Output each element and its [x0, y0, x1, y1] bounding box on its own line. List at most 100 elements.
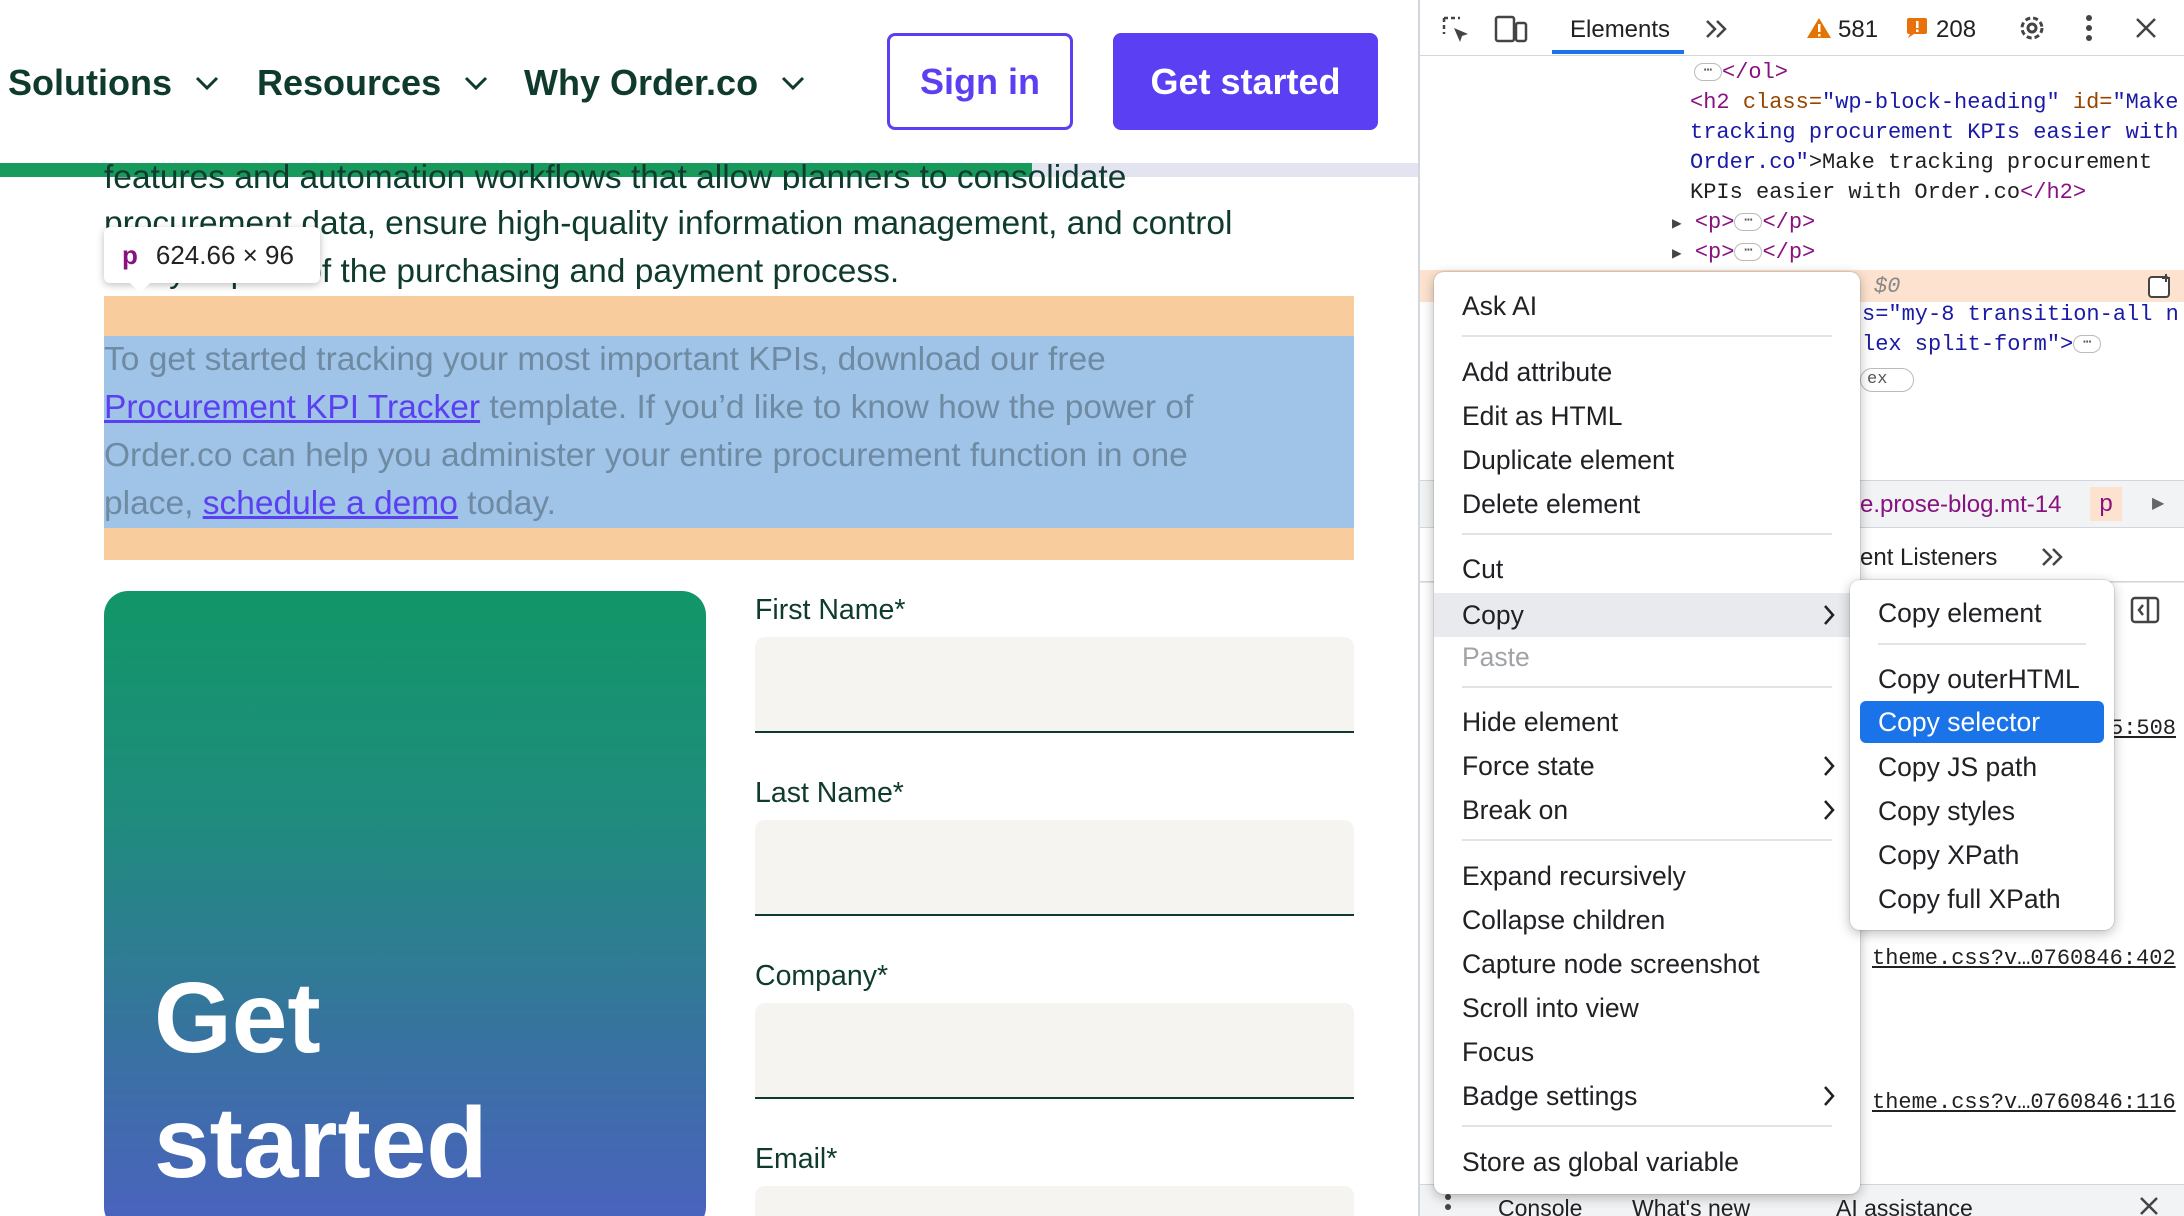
- screenshot-node-icon[interactable]: [2146, 272, 2174, 300]
- menu-item-capture-node-screenshot[interactable]: Capture node screenshot: [1434, 944, 1860, 984]
- submenu-item-copy-element[interactable]: Copy element: [1850, 593, 2114, 633]
- menu-item-expand-recursively[interactable]: Expand recursively: [1434, 856, 1860, 896]
- email-field[interactable]: [755, 1186, 1354, 1216]
- menu-separator: [1462, 1125, 1832, 1127]
- menu-item-paste[interactable]: Paste: [1434, 637, 1860, 677]
- dom-line-p[interactable]: ▶ <p> ⋯ </p>: [1672, 238, 1815, 270]
- nav-solutions[interactable]: Solutions: [8, 62, 220, 104]
- dom-line[interactable]: s="my-8 transition-all n: [1862, 300, 2179, 331]
- more-tabs-icon[interactable]: [1704, 18, 1730, 40]
- submenu-item-copy-styles[interactable]: Copy styles: [1850, 791, 2114, 831]
- dom-line[interactable]: lex split-form"> ⋯: [1862, 330, 2102, 361]
- dom-line[interactable]: Order.co">Make tracking procurement: [1690, 148, 2152, 179]
- ellipsis-badge[interactable]: ⋯: [1734, 243, 1763, 262]
- close-drawer-icon[interactable]: [2138, 1195, 2160, 1216]
- nav-why-orderco-label: Why Order.co: [524, 62, 759, 103]
- submenu-item-copy-xpath[interactable]: Copy XPath: [1850, 835, 2114, 875]
- highlighted-paragraph: To get started tracking your most import…: [104, 336, 1354, 528]
- chevron-down-icon: [782, 76, 805, 91]
- breadcrumb-item[interactable]: e.prose-blog.mt-14: [1860, 491, 2061, 519]
- hl-line: To get started tracking your most import…: [104, 341, 1106, 378]
- breadcrumb-scroll-right-icon[interactable]: ▶: [2152, 493, 2164, 513]
- devtools-toolbar: Elements 581 208: [1420, 0, 2184, 56]
- menu-item-scroll-into-view[interactable]: Scroll into view: [1434, 988, 1860, 1028]
- sidebar-toggle-icon[interactable]: [2130, 596, 2160, 624]
- dom-line[interactable]: KPIs easier with Order.co</h2>: [1690, 178, 2086, 209]
- menu-item-cut[interactable]: Cut: [1434, 549, 1860, 589]
- warning-icon: [1807, 18, 1831, 38]
- ellipsis-badge[interactable]: ⋯: [1694, 63, 1722, 82]
- chevron-down-icon: [195, 76, 219, 91]
- menu-item-force-state[interactable]: Force state: [1434, 746, 1860, 786]
- chevron-down-icon: [465, 76, 488, 91]
- site-header: Solutions Resources Why Order.co Sign in…: [0, 0, 1418, 163]
- nav-why-orderco[interactable]: Why Order.co: [524, 62, 806, 104]
- inspect-element-icon[interactable]: [1440, 14, 1472, 46]
- dom-line[interactable]: ⋯ </ol>: [1694, 58, 1788, 89]
- copy-submenu: Copy element Copy outerHTML Copy selecto…: [1850, 580, 2114, 930]
- menu-item-hide-element[interactable]: Hide element: [1434, 702, 1860, 742]
- expand-triangle-icon[interactable]: ▶: [1672, 245, 1682, 263]
- procurement-kpi-tracker-link[interactable]: Procurement KPI Tracker: [104, 389, 480, 426]
- get-started-button[interactable]: Get started: [1113, 33, 1378, 130]
- menu-item-ask-ai[interactable]: Ask AI: [1434, 286, 1860, 326]
- kebab-menu-icon[interactable]: [2084, 14, 2094, 42]
- menu-item-add-attribute[interactable]: Add attribute: [1434, 352, 1860, 392]
- dom-line[interactable]: <h2 class="wp-block-heading" id="Make: [1690, 88, 2184, 119]
- style-source-link[interactable]: 5:508: [2110, 716, 2176, 741]
- webpage-viewport: Solutions Resources Why Order.co Sign in…: [0, 0, 1418, 1216]
- company-label: Company*: [755, 960, 889, 992]
- tab-event-listeners[interactable]: ent Listeners: [1860, 544, 1997, 572]
- expand-triangle-icon[interactable]: ▶: [1672, 215, 1682, 233]
- menu-item-focus[interactable]: Focus: [1434, 1032, 1860, 1072]
- style-source-link[interactable]: theme.css?v…0760846:116: [1872, 1090, 2176, 1115]
- inspect-tooltip: p 624.66 × 96: [104, 227, 320, 283]
- style-source-link[interactable]: theme.css?v…0760846:402: [1872, 946, 2176, 971]
- menu-separator: [1462, 335, 1832, 337]
- menu-item-break-on[interactable]: Break on: [1434, 790, 1860, 830]
- article-line: features and automation workflows that a…: [104, 159, 1127, 190]
- ellipsis-badge[interactable]: ⋯: [2073, 335, 2102, 354]
- company-field[interactable]: [755, 1003, 1354, 1099]
- device-toolbar-icon[interactable]: [1494, 14, 1528, 44]
- first-name-label: First Name*: [755, 594, 906, 626]
- drawer-tab-console[interactable]: Console: [1498, 1195, 1582, 1216]
- submenu-item-copy-full-xpath[interactable]: Copy full XPath: [1850, 879, 2114, 919]
- hl-line: Procurement KPI Tracker template. If you…: [104, 384, 1354, 432]
- submenu-item-copy-outerhtml[interactable]: Copy outerHTML: [1850, 659, 2114, 699]
- submenu-item-copy-js-path[interactable]: Copy JS path: [1850, 747, 2114, 787]
- dom-badge[interactable]: ex: [1860, 368, 1914, 392]
- tab-elements[interactable]: Elements: [1570, 16, 1670, 44]
- menu-item-copy[interactable]: Copy: [1434, 593, 1860, 637]
- chevron-right-icon: [1824, 605, 1835, 625]
- dollar-zero-label: $0: [1874, 274, 1901, 299]
- menu-item-badge-settings[interactable]: Badge settings: [1434, 1076, 1860, 1116]
- menu-item-collapse-children[interactable]: Collapse children: [1434, 900, 1860, 940]
- schedule-demo-link[interactable]: schedule a demo: [203, 485, 458, 522]
- drawer-tab-whats-new[interactable]: What's new: [1632, 1195, 1750, 1216]
- menu-item-store-as-global-variable[interactable]: Store as global variable: [1434, 1142, 1860, 1182]
- menu-item-edit-as-html[interactable]: Edit as HTML: [1434, 396, 1860, 436]
- hl-line-text: template. If you’d like to know how the …: [480, 389, 1194, 426]
- warning-count[interactable]: 581: [1838, 16, 1878, 44]
- breadcrumb-item-p[interactable]: p: [2090, 487, 2122, 521]
- sign-in-button[interactable]: Sign in: [887, 33, 1073, 130]
- drawer-tab-ai-assistance[interactable]: AI assistance: [1836, 1195, 1973, 1216]
- nav-resources[interactable]: Resources: [257, 62, 489, 104]
- more-tabs-icon[interactable]: [2040, 546, 2066, 568]
- settings-gear-icon[interactable]: [2016, 12, 2048, 44]
- last-name-field[interactable]: [755, 820, 1354, 916]
- hl-line: Order.co can help you administer your en…: [104, 437, 1188, 474]
- dom-line-p[interactable]: ▶ <p> ⋯ </p>: [1672, 208, 1815, 240]
- first-name-field[interactable]: [755, 637, 1354, 733]
- menu-item-duplicate-element[interactable]: Duplicate element: [1434, 440, 1860, 480]
- close-devtools-icon[interactable]: [2134, 16, 2158, 40]
- menu-item-delete-element[interactable]: Delete element: [1434, 484, 1860, 524]
- chevron-right-icon: [1824, 1086, 1835, 1106]
- dom-line[interactable]: tracking procurement KPIs easier with: [1690, 118, 2178, 149]
- hl-line-text: place,: [104, 485, 203, 522]
- drawer-menu-icon[interactable]: [1444, 1193, 1452, 1216]
- ellipsis-badge[interactable]: ⋯: [1734, 213, 1763, 232]
- error-count[interactable]: 208: [1936, 16, 1976, 44]
- submenu-item-copy-selector[interactable]: Copy selector: [1860, 701, 2104, 743]
